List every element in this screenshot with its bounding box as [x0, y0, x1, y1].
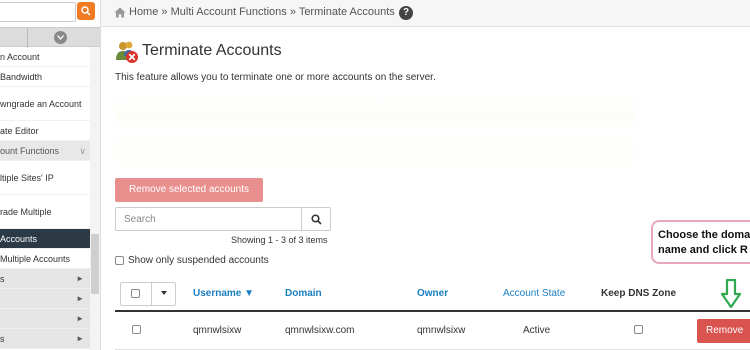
remove-account-button[interactable]: Remove — [697, 319, 750, 343]
search-button[interactable] — [301, 207, 331, 231]
column-header-keep-dns-zone: Keep DNS Zone — [601, 288, 677, 299]
cell-owner: qmnwlsixw — [417, 325, 466, 336]
caret-right-icon: ► — [76, 294, 84, 303]
sidebar-item-template-editor[interactable]: ate Editor — [0, 121, 90, 141]
table-header: Username ▼ Domain Owner Account State Ke… — [115, 280, 750, 312]
breadcrumb-home-link[interactable]: Home — [129, 6, 158, 18]
account-search — [115, 207, 331, 231]
caret-right-icon: ► — [76, 334, 84, 343]
sidebar-group[interactable]: s ► — [0, 269, 90, 289]
column-header-domain[interactable]: Domain — [285, 288, 322, 299]
sidebar-item-bandwidth[interactable]: Bandwidth — [0, 67, 90, 87]
terminate-accounts-icon — [116, 41, 138, 63]
sidebar-item-terminate-accounts[interactable]: Accounts — [0, 229, 90, 249]
show-suspended-toggle[interactable]: Show only suspended accounts — [115, 254, 269, 268]
caret-right-icon: ► — [76, 314, 84, 323]
cell-username: qmnwlsixw — [193, 325, 242, 336]
breadcrumb-trail: Home » Multi Account Functions » Termina… — [129, 6, 395, 18]
sidebar-item-sites-ip[interactable]: ltiple Sites' IP — [0, 161, 90, 195]
sidebar-group[interactable]: ► — [0, 309, 90, 329]
sidebar-category-multi-account[interactable]: ount Functions ∨ — [0, 141, 90, 161]
scrollbar-thumb[interactable] — [91, 234, 99, 294]
divider — [27, 28, 28, 48]
chevron-down-icon[interactable] — [54, 31, 67, 44]
instruction-callout: Choose the doma name and click R — [651, 220, 750, 264]
cell-account-state: Active — [523, 325, 551, 336]
help-icon[interactable]: ? — [399, 6, 413, 20]
sidebar-group[interactable]: ► — [0, 289, 90, 309]
search-icon — [311, 214, 322, 225]
sidebar-toggle-row — [0, 27, 100, 48]
keep-dns-zone-checkbox[interactable] — [634, 325, 643, 334]
sidebar-search — [0, 0, 100, 25]
sidebar: n Account Bandwidth wngrade an Account a… — [0, 0, 101, 350]
show-suspended-label: Show only suspended accounts — [128, 254, 269, 266]
redacted-area — [115, 92, 635, 170]
table-row: qmnwlsixw qmnwlsixw.com qmnwlsixw Active… — [115, 313, 750, 350]
row-select-checkbox[interactable] — [132, 325, 141, 334]
sidebar-item-multiple-accounts[interactable]: Multiple Accounts — [0, 249, 90, 269]
page-title: Terminate Accounts — [142, 42, 282, 59]
sidebar-group-label: s — [0, 334, 5, 344]
arrow-down-icon — [720, 279, 742, 309]
sidebar-search-input[interactable] — [0, 2, 76, 22]
remove-selected-accounts-button[interactable]: Remove selected accounts — [115, 178, 263, 202]
show-suspended-checkbox[interactable] — [115, 255, 124, 265]
sidebar-item-upgrade-multiple[interactable]: rade Multiple — [0, 195, 90, 229]
sidebar-item-downgrade[interactable]: wngrade an Account — [0, 87, 90, 121]
breadcrumb: Home » Multi Account Functions » Termina… — [101, 0, 750, 27]
callout-line-2: name and click R — [658, 244, 748, 256]
column-header-username[interactable]: Username ▼ — [193, 288, 254, 299]
cell-domain: qmnwlsixw.com — [285, 325, 355, 336]
divider — [151, 283, 152, 305]
pagination-summary: Showing 1 - 3 of 3 items — [231, 235, 328, 245]
page-description: This feature allows you to terminate one… — [115, 72, 436, 83]
breadcrumb-parent-link[interactable]: Multi Account Functions — [171, 6, 287, 18]
callout-line-1: Choose the doma — [658, 229, 750, 241]
breadcrumb-separator: » — [161, 6, 168, 18]
sidebar-item-create-account[interactable]: n Account — [0, 47, 90, 67]
breadcrumb-separator: » — [289, 6, 296, 18]
caret-down-icon[interactable] — [161, 291, 167, 295]
caret-right-icon: ► — [76, 274, 84, 283]
sidebar-group[interactable]: s ► — [0, 329, 90, 349]
bulk-select-dropdown[interactable] — [120, 282, 176, 306]
home-icon[interactable] — [114, 7, 126, 18]
sidebar-scrollbar[interactable] — [90, 47, 100, 350]
column-header-owner[interactable]: Owner — [417, 288, 448, 299]
sidebar-group-label: s — [0, 274, 5, 284]
search-icon[interactable] — [77, 2, 95, 20]
search-input[interactable] — [115, 207, 302, 231]
breadcrumb-current: Terminate Accounts — [298, 6, 395, 18]
column-header-account-state[interactable]: Account State — [503, 288, 565, 299]
chevron-down-icon: ∨ — [79, 146, 86, 156]
select-all-checkbox[interactable] — [131, 289, 140, 298]
sidebar-category-label: ount Functions — [0, 146, 60, 156]
sidebar-menu: n Account Bandwidth wngrade an Account a… — [0, 47, 90, 349]
